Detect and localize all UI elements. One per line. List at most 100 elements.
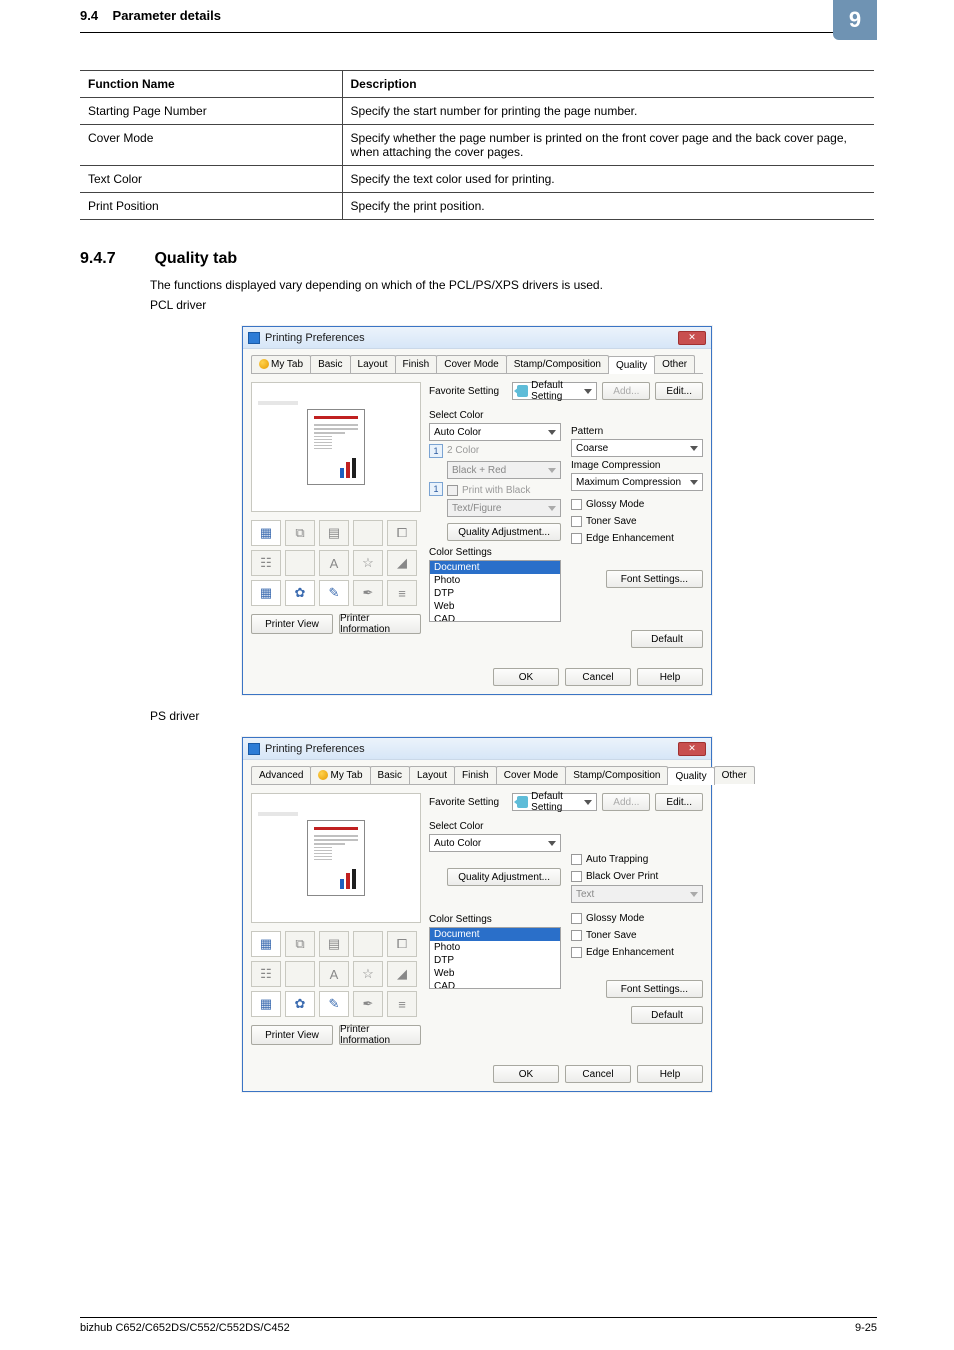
edge-checkbox[interactable]: Edge Enhancement [571, 947, 703, 958]
tab-other[interactable]: Other [654, 355, 695, 373]
status-icon[interactable]: ◢ [387, 550, 417, 576]
list-item[interactable]: Photo [430, 941, 560, 954]
edit-button[interactable]: Edit... [655, 382, 703, 400]
status-icon[interactable]: ▦ [251, 580, 281, 606]
status-icon[interactable]: ☷ [251, 550, 281, 576]
twocolor-dropdown[interactable]: Black + Red [447, 461, 561, 479]
status-icon[interactable]: ✒ [353, 991, 383, 1017]
print-with-black-checkbox[interactable]: Print with Black [447, 485, 530, 496]
select-color-dropdown[interactable]: Auto Color [429, 423, 561, 441]
status-icon[interactable]: ◢ [387, 961, 417, 987]
tab-basic[interactable]: Basic [310, 355, 350, 373]
default-button[interactable]: Default [631, 1006, 703, 1024]
default-button[interactable]: Default [631, 630, 703, 648]
quality-adjustment-button[interactable]: Quality Adjustment... [447, 523, 561, 541]
status-icon[interactable]: ⧉ [285, 931, 315, 957]
status-icon[interactable]: ✿ [285, 991, 315, 1017]
printer-info-button[interactable]: Printer Information [339, 614, 421, 634]
font-settings-button[interactable]: Font Settings... [606, 570, 703, 588]
status-icon[interactable]: ✿ [285, 580, 315, 606]
favorite-dropdown[interactable]: Default Setting [512, 793, 597, 811]
status-icon[interactable]: A [319, 550, 349, 576]
status-icon[interactable]: ☆ [353, 961, 383, 987]
tab-layout[interactable]: Layout [350, 355, 396, 373]
favorite-dropdown[interactable]: Default Setting [512, 382, 597, 400]
cancel-button[interactable]: Cancel [565, 1065, 631, 1083]
help-button[interactable]: Help [637, 668, 703, 686]
tab-mytab[interactable]: My Tab [251, 355, 311, 373]
autotrapping-checkbox[interactable]: Auto Trapping [571, 854, 703, 865]
tab-covermode[interactable]: Cover Mode [436, 355, 506, 373]
glossy-checkbox[interactable]: Glossy Mode [571, 499, 703, 510]
status-icon[interactable]: ⧠ [387, 931, 417, 957]
status-icon[interactable] [285, 550, 315, 576]
tab-other[interactable]: Other [714, 766, 755, 784]
imagecomp-dropdown[interactable]: Maximum Compression [571, 473, 703, 491]
tab-advanced[interactable]: Advanced [251, 766, 311, 784]
title-bar[interactable]: Printing Preferences ✕ [243, 738, 711, 760]
colorsettings-listbox[interactable]: Document Photo DTP Web CAD [429, 560, 561, 622]
tab-layout[interactable]: Layout [409, 766, 455, 784]
tab-finish[interactable]: Finish [454, 766, 497, 784]
font-settings-button[interactable]: Font Settings... [606, 980, 703, 998]
status-icon[interactable] [353, 931, 383, 957]
pattern-dropdown[interactable]: Coarse [571, 439, 703, 457]
edge-checkbox[interactable]: Edge Enhancement [571, 533, 703, 544]
colorsettings-listbox[interactable]: Document Photo DTP Web CAD [429, 927, 561, 989]
tab-mytab[interactable]: My Tab [310, 766, 370, 784]
tab-quality[interactable]: Quality [667, 767, 714, 785]
glossy-checkbox[interactable]: Glossy Mode [571, 913, 703, 924]
printer-view-button[interactable]: Printer View [251, 614, 333, 634]
tab-quality[interactable]: Quality [608, 356, 655, 374]
textfigure-dropdown[interactable]: Text/Figure [447, 499, 561, 517]
status-icon[interactable]: A [319, 961, 349, 987]
blackoverprint-checkbox[interactable]: Black Over Print [571, 871, 703, 882]
status-icon[interactable]: ▤ [319, 931, 349, 957]
status-icon[interactable]: ✒ [353, 580, 383, 606]
status-icon[interactable]: ▦ [251, 991, 281, 1017]
edit-button[interactable]: Edit... [655, 793, 703, 811]
status-icon[interactable]: ☆ [353, 550, 383, 576]
tonersave-checkbox[interactable]: Toner Save [571, 516, 703, 527]
tonersave-checkbox[interactable]: Toner Save [571, 930, 703, 941]
tab-stamp[interactable]: Stamp/Composition [565, 766, 668, 784]
printer-view-button[interactable]: Printer View [251, 1025, 333, 1045]
status-icon[interactable]: ▤ [319, 520, 349, 546]
help-button[interactable]: Help [637, 1065, 703, 1083]
select-color-dropdown[interactable]: Auto Color [429, 834, 561, 852]
status-icon[interactable]: ▦ [251, 931, 281, 957]
tab-covermode[interactable]: Cover Mode [496, 766, 566, 784]
list-item[interactable]: Web [430, 967, 560, 980]
tab-stamp[interactable]: Stamp/Composition [506, 355, 609, 373]
list-item[interactable]: Document [430, 928, 560, 941]
blackoverprint-dropdown[interactable]: Text [571, 885, 703, 903]
list-item[interactable]: CAD [430, 980, 560, 989]
tab-basic[interactable]: Basic [370, 766, 410, 784]
list-item[interactable]: Web [430, 600, 560, 613]
quality-adjustment-button[interactable]: Quality Adjustment... [447, 868, 561, 886]
ok-button[interactable]: OK [493, 1065, 559, 1083]
status-icon[interactable]: ✎ [319, 580, 349, 606]
status-icon[interactable]: ≡ [387, 580, 417, 606]
status-icon[interactable]: ✎ [319, 991, 349, 1017]
status-icon[interactable] [353, 520, 383, 546]
status-icon[interactable]: ≡ [387, 991, 417, 1017]
title-bar[interactable]: Printing Preferences ✕ [243, 327, 711, 349]
add-button[interactable]: Add... [602, 793, 650, 811]
list-item[interactable]: DTP [430, 587, 560, 600]
close-button[interactable]: ✕ [678, 331, 706, 345]
cancel-button[interactable]: Cancel [565, 668, 631, 686]
status-icon[interactable]: ⧉ [285, 520, 315, 546]
status-icon[interactable]: ▦ [251, 520, 281, 546]
list-item[interactable]: CAD [430, 613, 560, 622]
add-button[interactable]: Add... [602, 382, 650, 400]
close-button[interactable]: ✕ [678, 742, 706, 756]
status-icon[interactable] [285, 961, 315, 987]
tab-finish[interactable]: Finish [395, 355, 438, 373]
list-item[interactable]: DTP [430, 954, 560, 967]
printer-info-button[interactable]: Printer Information [339, 1025, 421, 1045]
list-item[interactable]: Document [430, 561, 560, 574]
status-icon[interactable]: ☷ [251, 961, 281, 987]
status-icon[interactable]: ⧠ [387, 520, 417, 546]
ok-button[interactable]: OK [493, 668, 559, 686]
